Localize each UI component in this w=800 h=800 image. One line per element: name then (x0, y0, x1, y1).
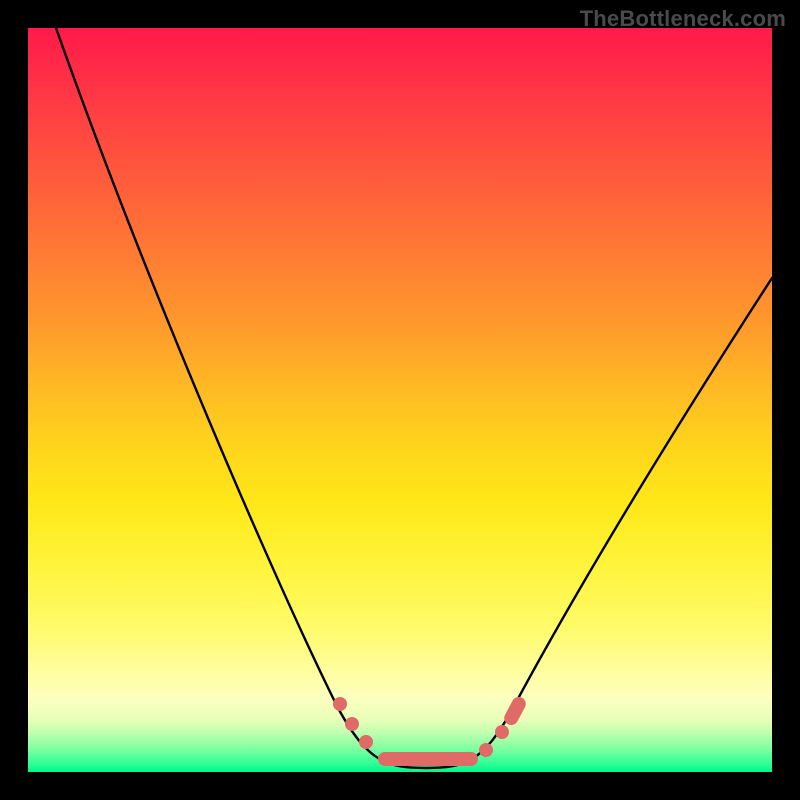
marker-dot (333, 697, 347, 711)
marker-bar (378, 752, 478, 766)
curve-path (56, 28, 772, 768)
chart-plot-area (28, 28, 772, 772)
marker-dot (495, 725, 509, 739)
marker-dot (359, 735, 373, 749)
bottleneck-curve (28, 28, 772, 772)
watermark-text: TheBottleneck.com (580, 6, 786, 32)
marker-dot (345, 717, 359, 731)
marker-dot (479, 743, 493, 757)
